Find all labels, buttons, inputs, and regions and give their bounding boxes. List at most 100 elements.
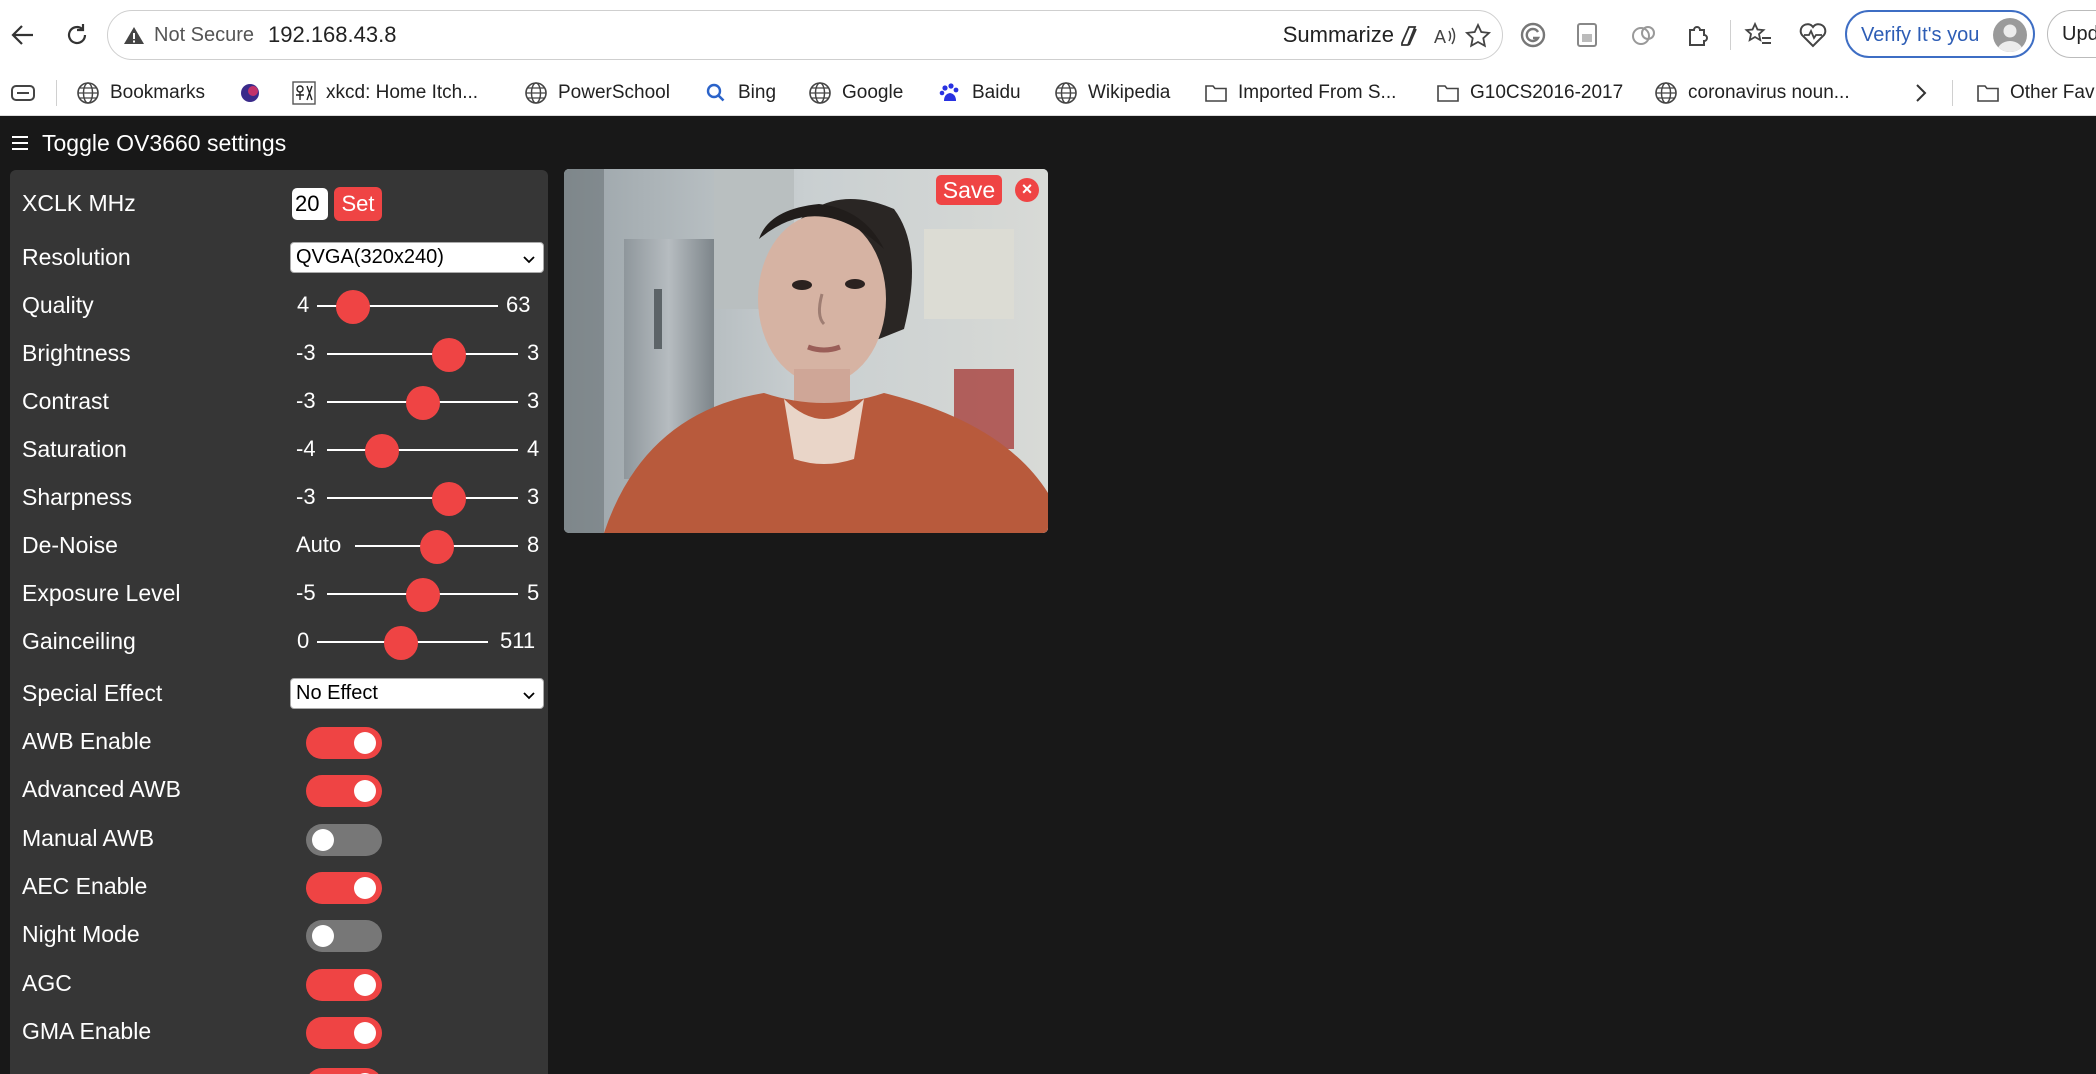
grammarly-icon[interactable] [1518, 20, 1548, 50]
slider-max-label: 3 [527, 340, 540, 365]
resolution-label: Resolution [22, 244, 131, 270]
bookmark-folder[interactable]: G10CS2016-2017 [1436, 76, 1623, 110]
update-button[interactable]: Upda [2047, 10, 2096, 58]
toggle-switch[interactable] [306, 968, 382, 1001]
address-bar[interactable]: Not Secure 192.168.43.8 Summarize A [107, 10, 1503, 60]
special-effect-select[interactable]: No Effect [290, 678, 544, 709]
bookmark-item[interactable]: Baidu [938, 76, 1021, 110]
toggle-switch[interactable] [306, 920, 382, 953]
settings-panel: XCLK MHz 20 Set Resolution QVGA(320x240)… [10, 170, 548, 1074]
slider-min-label: Auto [296, 532, 342, 557]
extensions-puzzle-icon[interactable] [1682, 20, 1712, 50]
resolution-row: Resolution QVGA(320x240) [22, 238, 544, 278]
toggle-knob [354, 732, 376, 754]
slider-thumb[interactable] [383, 626, 418, 660]
special-effect-label: Special Effect [22, 680, 163, 706]
slider-label: Contrast [22, 388, 109, 414]
toggle-knob [354, 780, 376, 803]
toolbar-divider [1730, 20, 1731, 50]
toggle-switch[interactable] [306, 1016, 382, 1049]
slider-thumb[interactable] [432, 482, 467, 516]
bookmark-item[interactable]: Wikipedia [1054, 76, 1170, 110]
bookmark-item[interactable]: coronavirus noun... [1654, 76, 1850, 110]
bookmark-item[interactable]: xkcd: Home Itch... [292, 76, 478, 110]
slider-track[interactable] [327, 497, 518, 499]
xclk-row: XCLK MHz 20 Set [22, 184, 542, 224]
hamburger-icon [12, 136, 28, 150]
reload-button[interactable] [60, 18, 94, 52]
save-button[interactable]: Save [936, 175, 1002, 205]
bing-search-icon [706, 83, 725, 102]
slider-row: Contrast -3 3 [22, 382, 542, 422]
reload-icon [67, 24, 87, 45]
slider-row: Quality 4 63 [22, 286, 542, 326]
toggle-switch[interactable] [306, 823, 382, 856]
xclk-set-button[interactable]: Set [334, 187, 382, 221]
toggle-knob [312, 828, 334, 851]
favorite-star-icon[interactable] [1464, 22, 1492, 50]
site-favicon-icon [241, 84, 259, 102]
summarize-button[interactable]: Summarize [1283, 22, 1394, 48]
update-label: Upda [2062, 23, 2096, 45]
toggle-switch[interactable] [306, 871, 382, 904]
url-text[interactable]: 192.168.43.8 [268, 22, 396, 48]
toggle-switch[interactable] [306, 727, 382, 759]
bookmark-item[interactable]: PowerSchool [524, 76, 670, 110]
slider-min-label: -5 [296, 580, 316, 605]
slider-max-label: 63 [506, 292, 531, 317]
slider-thumb[interactable] [365, 434, 400, 468]
sidebar-toggle-icon[interactable] [10, 82, 36, 104]
document-extension-icon[interactable] [1572, 20, 1602, 50]
toggle-switch[interactable] [306, 775, 382, 808]
bookmark-label: coronavirus noun... [1688, 82, 1850, 103]
slider-thumb[interactable] [432, 338, 467, 372]
slider-thumb[interactable] [405, 386, 440, 420]
bookmark-item[interactable] [238, 76, 272, 110]
toggle-label: Advanced AWB [22, 776, 181, 803]
xclk-input[interactable]: 20 [292, 188, 328, 220]
bookmark-item[interactable]: Google [808, 76, 903, 110]
bookmark-label: G10CS2016-2017 [1470, 82, 1624, 103]
baidu-paw-icon [939, 83, 959, 101]
bookmark-label: PowerSchool [558, 82, 670, 103]
resolution-select[interactable]: QVGA(320x240) [290, 242, 544, 273]
slider-track[interactable] [327, 353, 518, 355]
slider-thumb[interactable] [336, 290, 371, 324]
back-button[interactable] [6, 18, 40, 52]
bookmark-item[interactable]: Bing [704, 76, 776, 110]
chevron-down-icon [523, 692, 535, 700]
xkcd-favicon-icon [292, 81, 316, 105]
read-aloud-icon[interactable]: A [1432, 23, 1458, 49]
toggle-row: AWB Enable [22, 722, 542, 762]
special-effect-value: No Effect [296, 682, 378, 704]
bookmark-item[interactable]: Bookmarks [76, 76, 205, 110]
bookmark-folder[interactable]: Imported From S... [1204, 76, 1396, 110]
slider-row: De-Noise Auto 8 [22, 526, 542, 566]
browser-essentials-icon[interactable] [1798, 20, 1828, 50]
bookmarks-divider [1952, 80, 1953, 106]
user-avatar-icon [1997, 24, 2023, 52]
slider-thumb[interactable] [419, 530, 454, 564]
slider-label: Exposure Level [22, 580, 181, 606]
bookmark-label: xkcd: Home Itch... [326, 82, 479, 103]
folder-icon [1977, 85, 1999, 102]
copilot-icon[interactable] [1396, 23, 1422, 49]
extension-cloud-icon[interactable] [1628, 20, 1658, 50]
bookmark-folder[interactable]: Other Fav [1976, 76, 2094, 110]
slider-label: Saturation [22, 436, 127, 462]
back-arrow-icon [11, 25, 33, 45]
slider-thumb[interactable] [405, 578, 440, 612]
close-stream-button[interactable]: × [1015, 178, 1039, 202]
toggle-knob [354, 973, 376, 996]
next-toggle-switch[interactable] [306, 1068, 382, 1074]
slider-track[interactable] [327, 449, 518, 451]
bookmarks-bar: Bookmarks xkcd: Home Itch... PowerSchool… [0, 70, 2096, 116]
verify-profile-button[interactable]: Verify It's you [1845, 10, 2035, 58]
chevron-down-icon [523, 256, 535, 264]
settings-menu-toggle[interactable]: Toggle OV3660 settings [12, 128, 286, 158]
security-status[interactable]: Not Secure [154, 24, 254, 47]
chevron-right-icon[interactable] [1910, 82, 1932, 104]
favorites-icon[interactable] [1744, 20, 1774, 50]
slider-min-label: -4 [296, 436, 316, 461]
toggle-row: Manual AWB [22, 819, 542, 859]
